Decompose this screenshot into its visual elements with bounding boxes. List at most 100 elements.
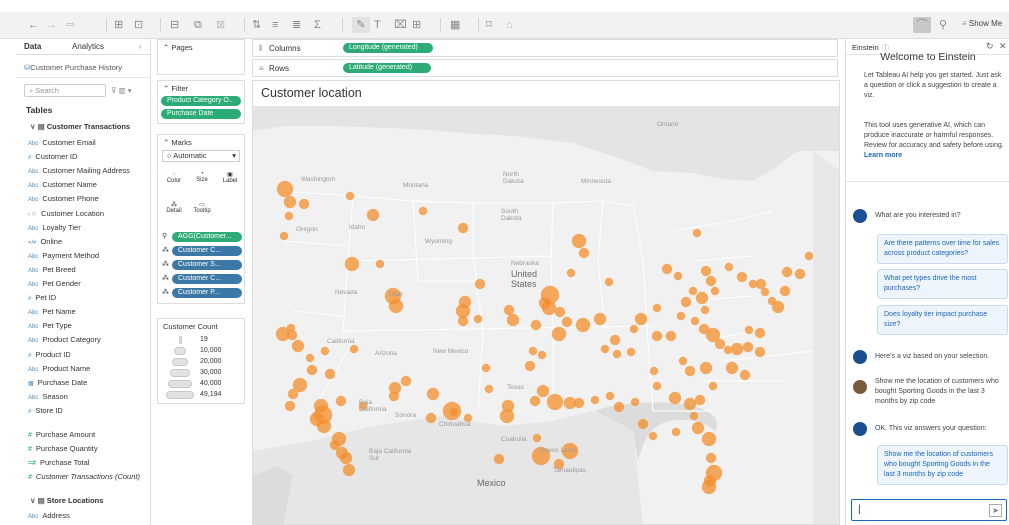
search-input[interactable]: ⌕ Search bbox=[24, 84, 106, 97]
divider bbox=[478, 18, 479, 32]
field-season[interactable]: Abc Season bbox=[28, 392, 68, 401]
color-button[interactable]: ⁘ Color bbox=[164, 171, 184, 193]
field-pet-type[interactable]: Abc Pet Type bbox=[28, 321, 72, 330]
detail-button[interactable]: ⁂ Detail bbox=[164, 201, 184, 223]
field-pet-name[interactable]: Abc Pet Name bbox=[28, 307, 76, 316]
learn-more-link[interactable]: Learn more bbox=[864, 152, 902, 159]
field-online[interactable]: =/≠ Online bbox=[28, 237, 62, 246]
detail-icon: ⁂ bbox=[162, 247, 169, 254]
number-icon: # bbox=[28, 296, 32, 303]
field-product-id[interactable]: # Product ID bbox=[28, 350, 71, 359]
send-icon[interactable]: ➤ bbox=[989, 504, 1002, 517]
einstein-panel: Einstein ⓘ ↻ ✕ Welcome to Einstein Let T… bbox=[845, 39, 1009, 525]
detail-icon: ⁂ bbox=[171, 202, 177, 208]
tab-data[interactable]: Data bbox=[24, 42, 41, 51]
forward-icon[interactable]: → bbox=[46, 17, 57, 33]
field-purchase-quantity[interactable]: # Purchase Quantity bbox=[28, 444, 98, 453]
presentation-icon[interactable]: ⌑ bbox=[486, 17, 492, 33]
highlight-icon[interactable]: ✎ bbox=[352, 17, 370, 33]
field-product-category[interactable]: Abc Product Category bbox=[28, 335, 101, 344]
columns-pill[interactable]: Longitude (generated) bbox=[343, 43, 433, 53]
show-me-button[interactable]: ≡ Show Me bbox=[962, 19, 1002, 28]
share-icon[interactable]: ⌂ bbox=[506, 17, 513, 33]
field-pet-id[interactable]: # Pet ID bbox=[28, 293, 56, 302]
answer-card[interactable]: Show me the location of customers who bo… bbox=[877, 445, 1008, 485]
duplicate-icon[interactable]: ⧉ bbox=[194, 17, 202, 33]
back-icon[interactable]: ← bbox=[28, 17, 39, 33]
customer-bubble bbox=[528, 346, 538, 356]
customer-bubble bbox=[375, 259, 385, 269]
field-pet-gender[interactable]: Abc Pet Gender bbox=[28, 279, 81, 288]
suggestion-sales-patterns[interactable]: Are there patterns over time for sales a… bbox=[877, 234, 1008, 264]
field-customer-email[interactable]: Abc Customer Email bbox=[28, 138, 96, 147]
customer-bubble bbox=[335, 395, 347, 407]
field-customer-phone[interactable]: Abc Customer Phone bbox=[28, 194, 99, 203]
filter-icon[interactable]: ⊽ ▥ ▾ bbox=[111, 86, 132, 95]
customer-bubble bbox=[690, 316, 700, 326]
sort-asc-icon[interactable]: ≡ bbox=[272, 17, 278, 33]
new-sheet-icon[interactable]: ⊟ bbox=[170, 17, 179, 33]
marks-pill[interactable]: Customer C... bbox=[172, 274, 242, 284]
customer-bubble bbox=[736, 271, 748, 283]
field-purchase-total[interactable]: =# Purchase Total bbox=[28, 458, 89, 467]
suggestion-pet-types[interactable]: What pet types drive the most purchases? bbox=[877, 269, 1008, 299]
map-label-sonora: Sonora bbox=[395, 412, 416, 419]
table-customer-transactions[interactable]: ∨ ▤ Customer Transactions bbox=[30, 122, 130, 131]
paste-icon[interactable]: ⊡ bbox=[134, 17, 143, 33]
marks-pill[interactable]: Customer P... bbox=[172, 288, 242, 298]
label-button[interactable]: ▣ Label bbox=[220, 171, 240, 193]
customer-bubble bbox=[730, 342, 744, 356]
field-payment-method[interactable]: Abc Payment Method bbox=[28, 251, 99, 260]
fit-icon[interactable]: ▦ bbox=[450, 17, 460, 33]
rows-pill[interactable]: Latitude (generated) bbox=[343, 63, 431, 73]
field-customer-mailing-address[interactable]: Abc Customer Mailing Address bbox=[28, 166, 130, 175]
customer-bubble bbox=[575, 317, 591, 333]
field-pet-breed[interactable]: Abc Pet Breed bbox=[28, 265, 76, 274]
collapse-icon[interactable]: ‹ bbox=[139, 42, 142, 51]
string-icon: Abc bbox=[28, 169, 39, 176]
field-purchase-amount[interactable]: # Purchase Amount bbox=[28, 430, 95, 439]
label-icon[interactable]: T bbox=[374, 17, 381, 33]
suggestion-loyalty-tier[interactable]: Does loyalty tier impact purchase size? bbox=[877, 305, 1008, 335]
pin-icon[interactable]: ⚲ bbox=[939, 17, 947, 33]
search-icon: ⚲ bbox=[162, 233, 168, 240]
customer-bubble bbox=[329, 439, 341, 451]
redo-icon[interactable]: ⇨ bbox=[66, 17, 75, 33]
tooltip-button[interactable]: ▭ Tooltip bbox=[192, 201, 212, 223]
marks-pill[interactable]: AGG(Customer... bbox=[172, 232, 242, 242]
size-button[interactable]: ◔ Size bbox=[192, 171, 212, 193]
field-loyalty-tier[interactable]: Abc Loyalty Tier bbox=[28, 223, 81, 232]
field-customer-location[interactable]: › ⚐ Customer Location bbox=[28, 209, 104, 218]
table-store-locations[interactable]: ∨ ▤ Store Locations bbox=[30, 496, 103, 505]
field-customer-name[interactable]: Abc Customer Name bbox=[28, 180, 97, 189]
field-customer-transactions-count-[interactable]: # Customer Transactions (Count) bbox=[28, 472, 140, 481]
new-datasource-icon[interactable]: ⊞ bbox=[114, 17, 123, 33]
datasource-name[interactable]: ⛁Customer Purchase History bbox=[24, 63, 122, 72]
field-store-id[interactable]: # Store ID bbox=[28, 406, 63, 415]
customer-bubble bbox=[342, 463, 356, 477]
filter-pill-product-category[interactable]: Product Category O.. bbox=[161, 96, 241, 106]
filter-pill-purchase-date[interactable]: Purchase Date bbox=[161, 109, 241, 119]
clear-icon[interactable]: ⊠ bbox=[216, 17, 225, 33]
divider bbox=[106, 18, 107, 32]
einstein-answer: OK. This viz answers your question: bbox=[875, 425, 987, 432]
marks-pill[interactable]: Customer S... bbox=[172, 260, 242, 270]
map[interactable]: OntarioWashingtonMontanaNorth Dakota Minne… bbox=[253, 81, 840, 525]
legend-item: 20,000 bbox=[164, 357, 244, 367]
columns-label: Columns bbox=[269, 44, 301, 53]
fix-axes-icon[interactable]: ⊞ bbox=[412, 17, 421, 33]
field-customer-id[interactable]: # Customer ID bbox=[28, 152, 77, 161]
field-purchase-date[interactable]: ▦ Purchase Date bbox=[28, 378, 87, 387]
mark-type-select[interactable]: ○ Automatic ▾ bbox=[162, 150, 240, 162]
marks-pill[interactable]: Customer C... bbox=[172, 246, 242, 256]
tab-analytics[interactable]: Analytics bbox=[72, 42, 104, 51]
annotate-icon[interactable]: ⌧ bbox=[394, 17, 407, 33]
field-address[interactable]: Abc Address bbox=[28, 511, 70, 520]
field-product-name[interactable]: Abc Product Name bbox=[28, 364, 90, 373]
sort-desc-icon[interactable]: ≣ bbox=[292, 17, 301, 33]
customer-bubble bbox=[684, 365, 696, 377]
einstein-icon[interactable]: ⌒ bbox=[913, 17, 931, 33]
einstein-input[interactable]: | ➤ bbox=[851, 499, 1007, 521]
totals-icon[interactable]: Σ bbox=[314, 17, 321, 33]
swap-icon[interactable]: ⇅ bbox=[252, 17, 261, 33]
